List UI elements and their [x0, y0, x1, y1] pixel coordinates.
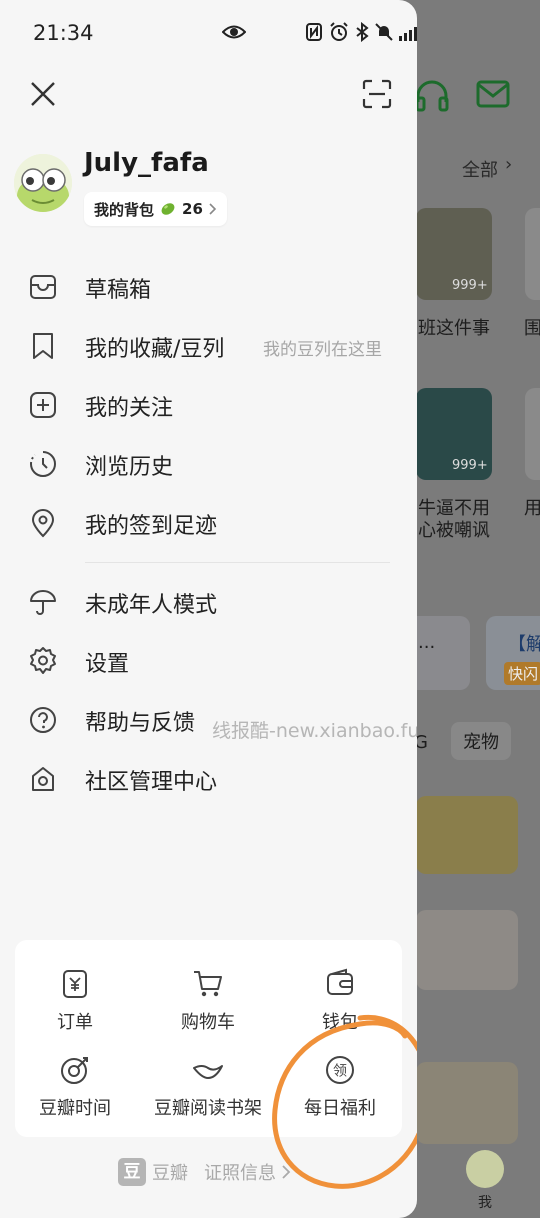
chevron-right-icon: [209, 203, 217, 215]
shield-home-icon: [32, 767, 54, 791]
menu-item-history[interactable]: 浏览历史: [0, 439, 417, 489]
cart-icon: [194, 971, 222, 997]
bg-text-5: 用: [524, 498, 540, 519]
bg-badge-1: 999+: [452, 278, 488, 293]
status-time: 21:34: [33, 21, 94, 45]
footer-brand: 豆瓣: [152, 1163, 188, 1184]
bg-text-2: 围: [524, 318, 540, 339]
grid-label: 豆瓣时间: [39, 1098, 111, 1119]
bg-all-link: 全部: [462, 160, 498, 181]
alarm-icon: [330, 22, 348, 41]
menu-item-checkins[interactable]: 我的签到足迹: [0, 498, 417, 548]
status-bar: 21:34 46: [0, 0, 417, 64]
close-icon[interactable]: [30, 81, 56, 107]
bg-thumbnail-5: [416, 796, 518, 874]
grid-item-cart[interactable]: 购物车: [143, 968, 273, 1034]
menu-divider: [85, 562, 390, 563]
bg-promo-right-text: 【解: [508, 634, 540, 655]
grid-label: 订单: [57, 1012, 93, 1033]
menu-label: 未成年人模式: [85, 593, 218, 618]
help-circle-icon: [30, 707, 56, 733]
bluetooth-icon: [356, 22, 369, 42]
grid-label: 豆瓣阅读书架: [154, 1098, 262, 1119]
grid-item-douban-time[interactable]: 豆瓣时间: [10, 1054, 140, 1120]
headphones-icon: [415, 80, 449, 112]
mute-bell-icon: [375, 23, 393, 41]
menu-label: 社区管理中心: [85, 770, 218, 795]
eye-icon: [222, 25, 246, 39]
my-bag-button[interactable]: 我的背包 26: [84, 192, 227, 226]
side-drawer: 21:34 46: [0, 0, 417, 1218]
order-icon: [63, 970, 87, 998]
menu-label: 我的签到足迹: [85, 514, 218, 539]
inbox-icon: [30, 275, 56, 299]
menu-item-settings[interactable]: 设置: [0, 636, 417, 686]
bg-text-4: 心被嘲讽: [418, 520, 490, 541]
menu-label: 帮助与反馈: [85, 711, 196, 736]
umbrella-icon: [30, 590, 56, 615]
nfc-icon: [306, 23, 322, 41]
douban-time-icon: [61, 1057, 88, 1084]
signal-icon-1: [399, 27, 417, 41]
grid-item-reading-shelf[interactable]: 豆瓣阅读书架: [143, 1054, 273, 1120]
bg-promo-tag: 快闪: [504, 662, 540, 685]
bookmark-icon: [33, 333, 53, 359]
bg-thumbnail-2: [525, 208, 540, 300]
bg-text-1: 班这件事: [418, 318, 490, 339]
bg-thumbnail-4: [525, 388, 540, 480]
menu-item-community[interactable]: 社区管理中心: [0, 754, 417, 804]
menu-label: 设置: [85, 652, 130, 677]
bottom-tab-me[interactable]: 我: [462, 1150, 508, 1212]
chevron-right-icon: ›: [505, 154, 513, 175]
menu-item-collections[interactable]: 我的收藏/豆列 我的豆列在这里: [0, 321, 417, 371]
chevron-right-icon: [282, 1165, 291, 1179]
reading-shelf-icon: [193, 1065, 223, 1079]
my-bag-label: 我的背包: [94, 200, 155, 219]
bg-tag-2: 宠物: [451, 722, 511, 760]
menu-item-drafts[interactable]: 草稿箱: [0, 262, 417, 312]
grid-item-orders[interactable]: 订单: [10, 968, 140, 1034]
location-pin-icon: [31, 509, 55, 538]
watermark: 线报酷-new.xianbao.fun: [212, 720, 417, 742]
license-link[interactable]: 证照信息: [204, 1159, 276, 1185]
menu-label: 我的关注: [85, 396, 174, 421]
menu-item-minor-mode[interactable]: 未成年人模式: [0, 577, 417, 627]
menu-label: 浏览历史: [85, 455, 174, 480]
wallet-icon: [327, 968, 353, 995]
avatar[interactable]: [14, 154, 72, 212]
bg-promo-left-text: ...: [418, 632, 436, 653]
frog-avatar-icon: [14, 154, 72, 212]
avatar: [466, 1150, 504, 1188]
history-clock-icon: [29, 451, 56, 477]
bean-count: 26: [182, 200, 203, 218]
status-icons: 46: [305, 22, 417, 42]
bean-icon: [161, 203, 175, 215]
grid-label: 购物车: [181, 1012, 235, 1033]
mail-icon: [476, 80, 510, 108]
gear-icon: [30, 647, 56, 674]
menu-hint: 我的豆列在这里: [263, 340, 382, 360]
bottom-tab-me-label: 我: [478, 1195, 492, 1211]
username[interactable]: July_fafa: [84, 148, 209, 178]
scan-icon[interactable]: [362, 79, 392, 109]
menu-label: 我的收藏/豆列: [85, 337, 225, 362]
menu-item-following[interactable]: 我的关注: [0, 380, 417, 430]
footer: 豆 豆瓣 证照信息: [118, 1158, 291, 1186]
bg-badge-2: 999+: [452, 458, 488, 473]
bg-thumbnail-7: [416, 1062, 518, 1144]
menu-label: 草稿箱: [85, 278, 152, 303]
douban-logo-icon: 豆: [118, 1158, 146, 1186]
plus-square-icon: [30, 392, 56, 418]
bg-thumbnail-6: [416, 910, 518, 990]
